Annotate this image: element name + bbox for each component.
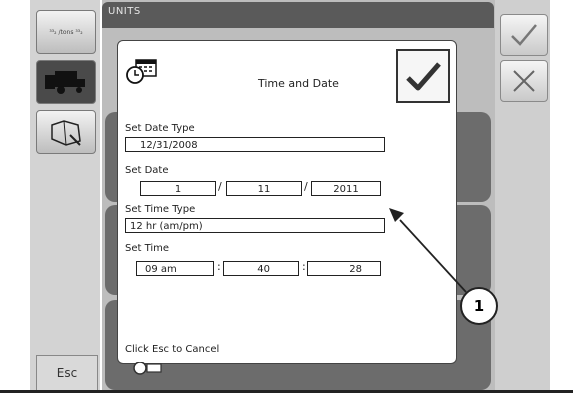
callout-leader-line	[389, 208, 467, 293]
callout-marker: 1	[460, 287, 498, 325]
